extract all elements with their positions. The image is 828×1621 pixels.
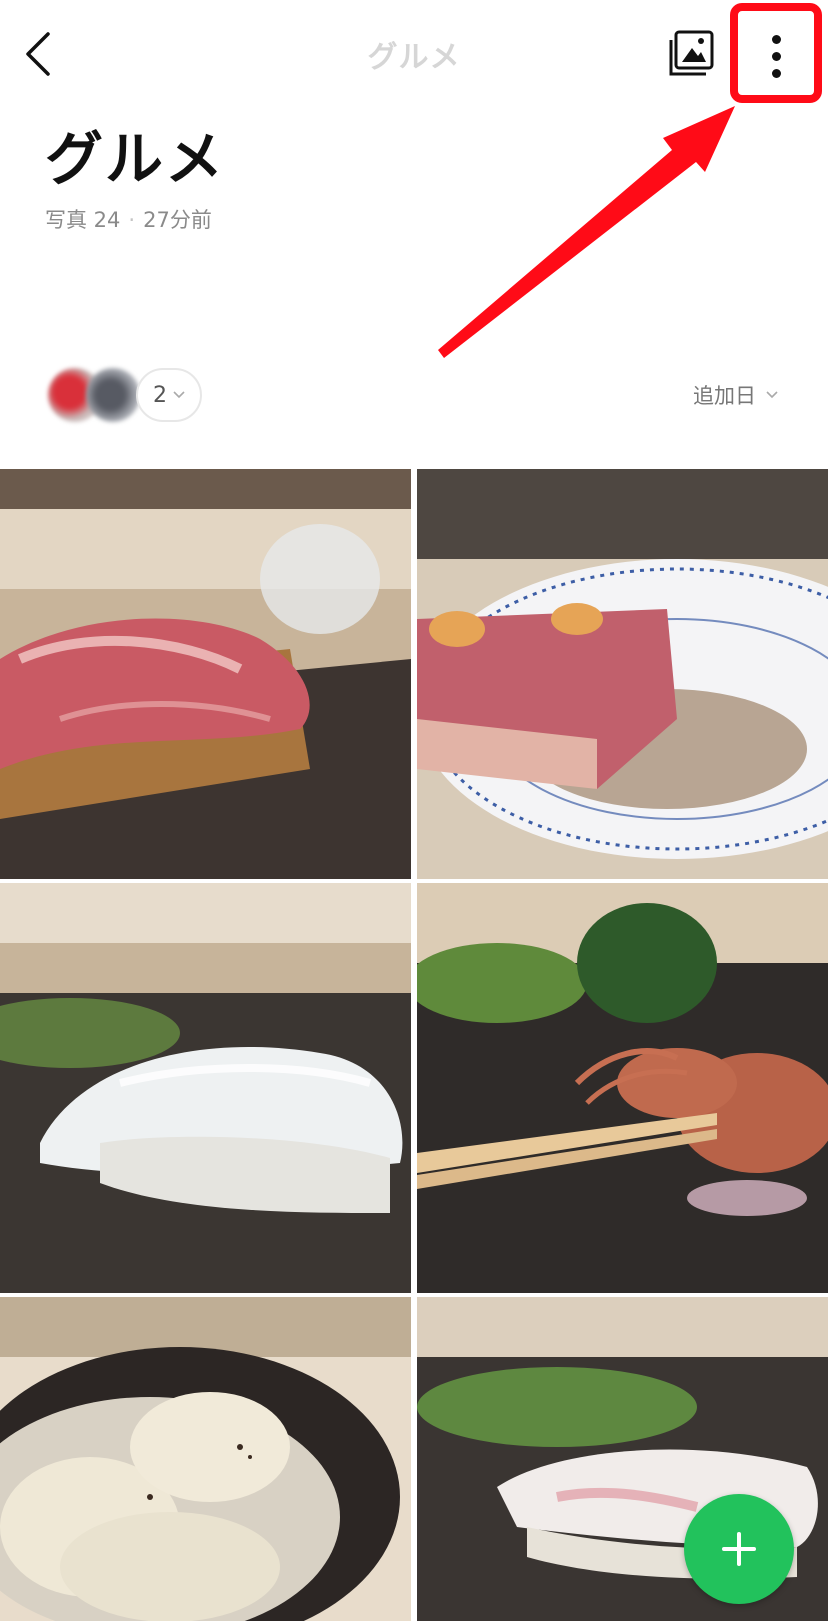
album-title: グルメ [45,125,226,193]
meta-separator: · [128,208,136,232]
plus-icon [722,1532,756,1566]
add-photo-button[interactable] [684,1494,794,1604]
chevron-down-icon [173,391,185,399]
more-options-button[interactable] [730,3,822,103]
photo-squid-nigiri[interactable] [0,883,411,1293]
member-count-button[interactable]: 2 [136,368,202,422]
chevron-down-icon [766,391,778,399]
photo-otoro-nigiri[interactable] [0,469,411,879]
photo-scallops[interactable] [0,1297,411,1621]
updated-time: 27分前 [143,208,212,232]
photo-count: 写真 24 [45,208,121,232]
sort-label: 追加日 [693,384,756,408]
top-bar: グルメ [0,0,828,110]
avatar [86,368,140,422]
album-meta: 写真 24 · 27分前 [45,204,212,234]
sort-dropdown[interactable]: 追加日 [693,380,778,410]
vertical-dots-icon [772,35,782,79]
photo-view-button[interactable] [668,30,714,76]
photo-firefly-squid[interactable] [417,883,828,1293]
member-count: 2 [153,382,167,408]
photo-seared-tuna[interactable] [417,469,828,879]
photo-icon [669,30,714,76]
